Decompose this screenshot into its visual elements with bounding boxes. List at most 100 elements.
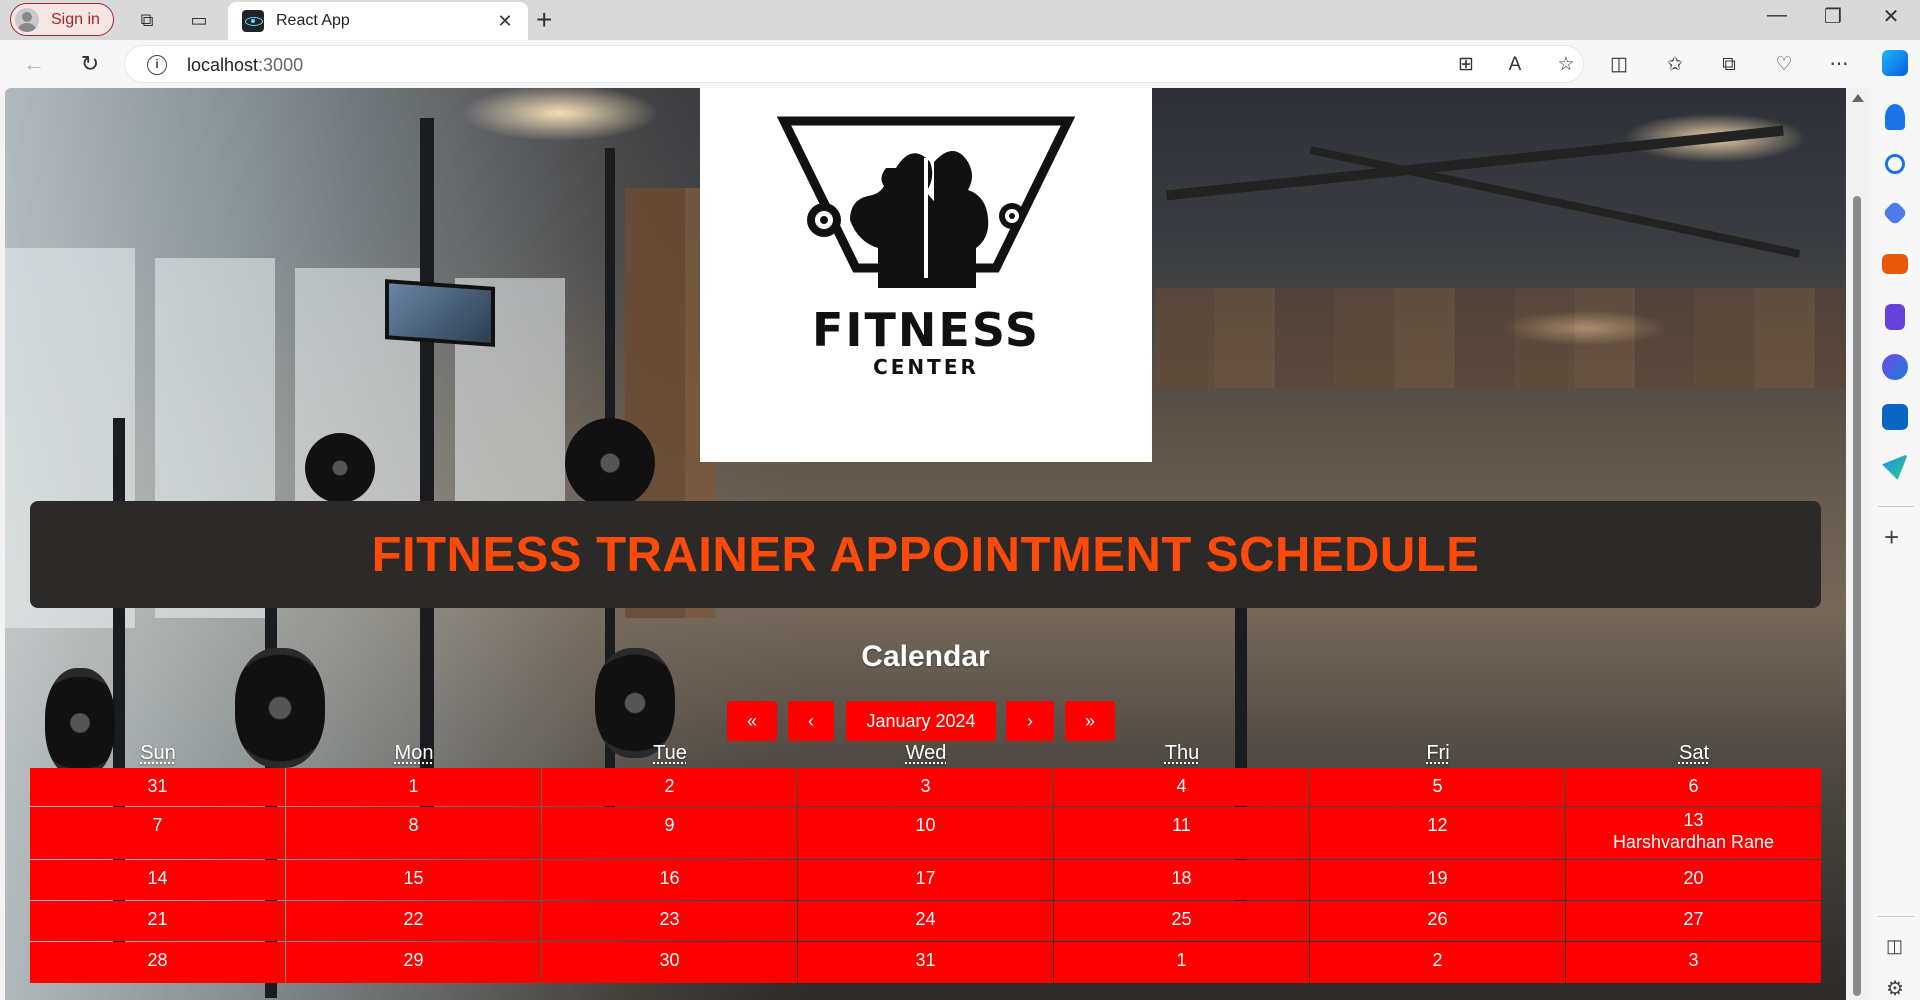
scrollbar-thumb[interactable] (1853, 196, 1861, 996)
tab-react-app[interactable]: React App ✕ (228, 2, 528, 40)
favorite-star-icon[interactable]: ☆ (1553, 53, 1579, 77)
calendar-day-cell[interactable]: 22 (286, 901, 541, 941)
scroll-up-icon[interactable] (1852, 94, 1864, 102)
copilot-icon[interactable] (1882, 50, 1908, 76)
search-icon[interactable] (1885, 154, 1905, 174)
calendar-day-cell[interactable]: 17 (798, 860, 1053, 900)
m365-icon[interactable] (1882, 354, 1908, 380)
calendar-day-cell[interactable]: 2 (542, 768, 797, 806)
tab-title: React App (276, 12, 350, 29)
workspaces-icon[interactable]: ⧉ (134, 7, 160, 33)
back-icon[interactable]: ← (20, 50, 48, 78)
day-number: 9 (664, 815, 675, 835)
calendar-day-cell[interactable]: 26 (1310, 901, 1565, 941)
next-month-button[interactable]: › (1006, 701, 1054, 741)
calendar-day-cell[interactable]: 5 (1310, 768, 1565, 806)
calendar-day-cell[interactable]: 27 (1566, 901, 1821, 941)
split-screen-icon[interactable]: ◫ (1606, 53, 1632, 77)
hide-sidebar-icon[interactable]: ◫ (1886, 936, 1903, 957)
sidebar-divider (1878, 506, 1914, 507)
calendar-day-cell[interactable]: 15 (286, 860, 541, 900)
calendar-day-cell[interactable]: 9 (542, 807, 797, 859)
calendar-day-cell[interactable]: 21 (30, 901, 285, 941)
minimize-icon[interactable]: — (1762, 4, 1792, 27)
url-host: localhost (187, 55, 259, 75)
calendar-day-cell[interactable]: 25 (1054, 901, 1309, 941)
day-number: 28 (147, 950, 168, 970)
more-options-icon[interactable]: ⋯ (1826, 53, 1852, 77)
calendar-day-cell[interactable]: 4 (1054, 768, 1309, 806)
next-year-button[interactable]: » (1065, 701, 1115, 741)
calendar-day-cell[interactable]: 3 (1566, 942, 1821, 983)
calendar-day-cell[interactable]: 8 (286, 807, 541, 859)
tools-briefcase-icon[interactable] (1882, 254, 1908, 274)
add-sidebar-item-icon[interactable]: + (1884, 522, 1899, 553)
send-drop-icon[interactable] (1882, 454, 1908, 480)
day-number: 20 (1683, 868, 1704, 888)
calendar-day-cell[interactable]: 20 (1566, 860, 1821, 900)
calendar-day-cell[interactable]: 29 (286, 942, 541, 983)
calendar-day-cell[interactable]: 14 (30, 860, 285, 900)
day-number: 25 (1171, 909, 1192, 929)
edge-sidebar: + ◫ ⚙ (1872, 50, 1920, 1000)
calendar-day-cell[interactable]: 28 (30, 942, 285, 983)
url-field[interactable]: i localhost:3000 ⊞ A ☆ (124, 45, 1584, 83)
day-number: 27 (1683, 909, 1704, 929)
calendar-day-cell[interactable]: 24 (798, 901, 1053, 941)
calendar-day-cell[interactable]: 10 (798, 807, 1053, 859)
tab-actions-icon[interactable]: ▭ (186, 7, 212, 33)
restore-icon[interactable]: ❐ (1818, 4, 1848, 29)
calendar-day-cell[interactable]: 6 (1566, 768, 1821, 806)
day-number: 15 (403, 868, 424, 888)
calendar-day-cell[interactable]: 19 (1310, 860, 1565, 900)
games-icon[interactable] (1885, 304, 1905, 330)
tab-close-icon[interactable]: ✕ (494, 11, 516, 32)
profile-avatar-icon (15, 7, 39, 32)
url-text: localhost:3000 (187, 55, 303, 76)
page-scrollbar[interactable] (1848, 88, 1866, 1000)
calendar-day-cell[interactable]: 2 (1310, 942, 1565, 983)
window-close-icon[interactable]: ✕ (1876, 4, 1906, 29)
day-number: 16 (659, 868, 680, 888)
day-number: 2 (664, 776, 675, 796)
new-tab-icon[interactable]: + (536, 6, 552, 34)
calendar-day-cell[interactable]: 1 (1054, 942, 1309, 983)
calendar-day-cell[interactable]: 23 (542, 901, 797, 941)
site-info-icon[interactable]: i (147, 55, 167, 75)
calendar-day-cell[interactable]: 18 (1054, 860, 1309, 900)
calendar-day-cell[interactable]: 31 (798, 942, 1053, 983)
calendar-day-cell[interactable]: 1 (286, 768, 541, 806)
day-number: 23 (659, 909, 680, 929)
calendar-day-cell[interactable]: 30 (542, 942, 797, 983)
page-viewport: FITNESS CENTER FITNESS TRAINER APPOINTME… (5, 88, 1846, 1000)
collections-icon[interactable]: ⧉ (1716, 53, 1742, 77)
day-number: 19 (1427, 868, 1448, 888)
app-available-icon[interactable]: ⊞ (1453, 53, 1479, 77)
calendar-day-cell[interactable]: 12 (1310, 807, 1565, 859)
calendar-day-cell[interactable]: 3 (798, 768, 1053, 806)
calendar-day-cell[interactable]: 7 (30, 807, 285, 859)
fitness-center-logo: FITNESS CENTER (700, 88, 1152, 462)
prev-month-button[interactable]: ‹ (788, 701, 834, 741)
calendar-day-cell[interactable]: 11 (1054, 807, 1309, 859)
calendar-day-cell[interactable]: 16 (542, 860, 797, 900)
day-number: 31 (915, 950, 936, 970)
weekday-header-3: Wed (905, 742, 947, 764)
month-label-button[interactable]: January 2024 (846, 701, 996, 741)
sidebar-settings-icon[interactable]: ⚙ (1886, 976, 1904, 1000)
sign-in-button[interactable]: Sign in (10, 3, 114, 36)
favorites-icon[interactable]: ✩ (1662, 53, 1688, 77)
refresh-icon[interactable]: ↻ (76, 50, 104, 78)
read-aloud-icon[interactable]: A (1502, 53, 1528, 77)
shopping-tag-icon[interactable] (1882, 200, 1908, 226)
day-number: 7 (152, 815, 163, 835)
outlook-icon[interactable] (1882, 404, 1908, 430)
notifications-bell-icon[interactable] (1885, 104, 1905, 130)
calendar-day-cell[interactable]: 13 Harshvardhan Rane (1566, 807, 1821, 859)
day-number: 29 (403, 950, 424, 970)
logo-title-text: FITNESS (812, 303, 1040, 357)
browser-essentials-icon[interactable]: ♡ (1771, 53, 1797, 77)
calendar-day-cell[interactable]: 31 (30, 768, 285, 806)
prev-year-button[interactable]: « (727, 701, 777, 741)
appointment-label[interactable]: Harshvardhan Rane (1566, 832, 1821, 853)
